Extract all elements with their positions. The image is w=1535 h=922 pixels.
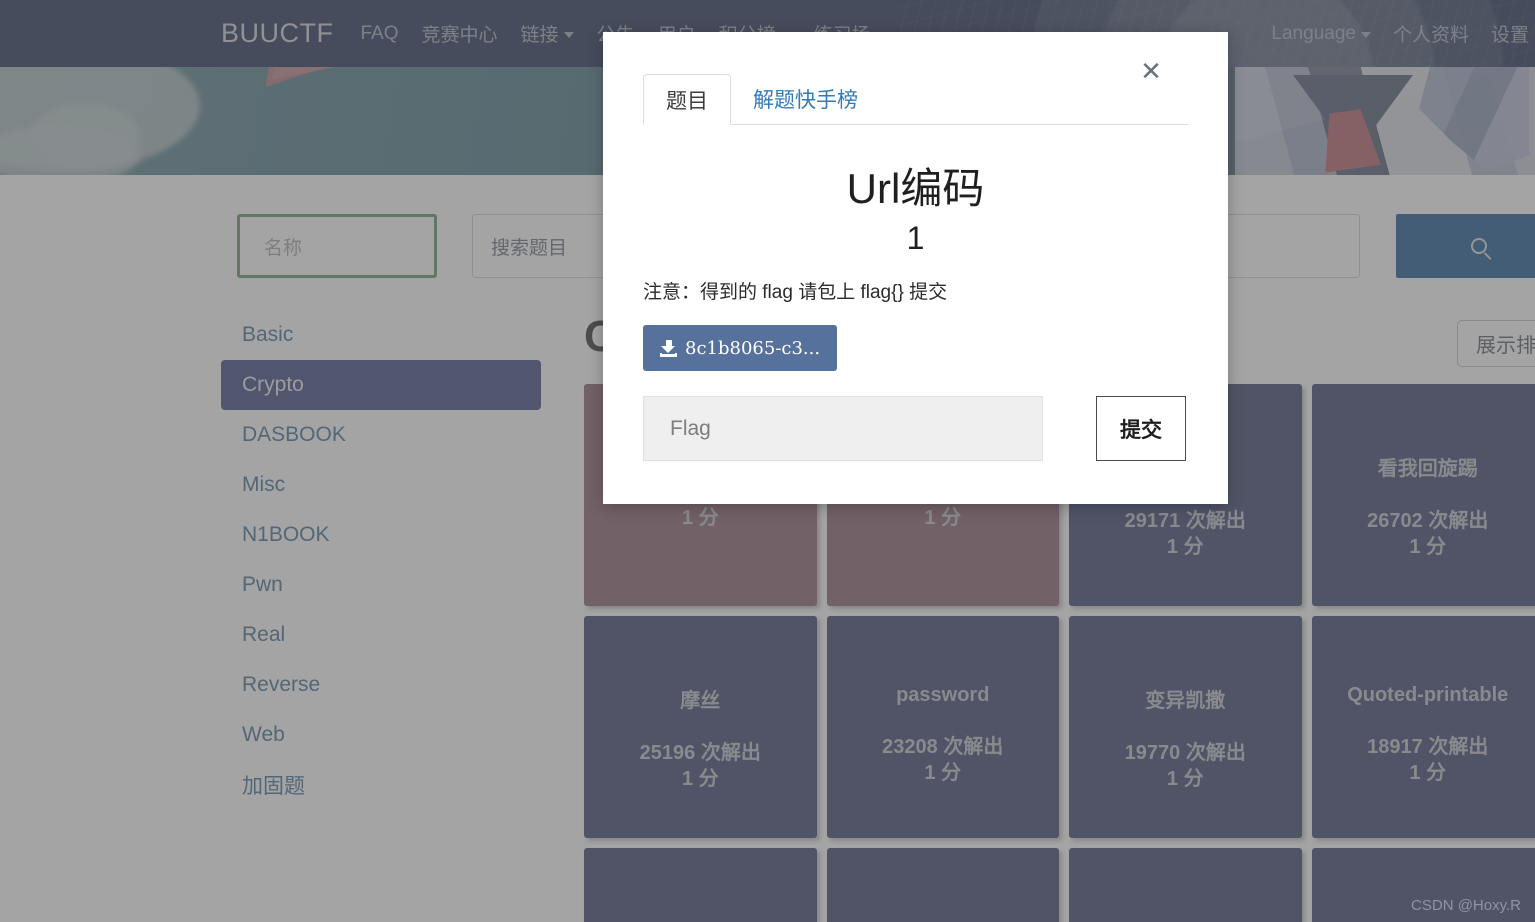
modal-tab-bar: 题目 解题快手榜 ✕	[643, 58, 1188, 125]
challenge-points: 1	[906, 220, 925, 256]
tab-fastest-solvers[interactable]: 解题快手榜	[731, 74, 880, 124]
download-icon	[660, 339, 677, 357]
challenge-title: Url编码	[846, 165, 985, 212]
watermark: CSDN @Hoxy.R	[1411, 897, 1521, 914]
attachment-filename: 8c1b8065-c3...	[685, 337, 821, 359]
challenge-modal: 题目 解题快手榜 ✕ Url编码 1 注意：得到的 flag 请包上 flag{…	[603, 32, 1228, 504]
flag-input[interactable]: Flag	[643, 396, 1043, 461]
tab-problem[interactable]: 题目	[643, 74, 731, 125]
attachment-download-button[interactable]: 8c1b8065-c3...	[643, 325, 838, 371]
tab-label: 解题快手榜	[753, 89, 858, 112]
tab-label: 题目	[666, 89, 708, 113]
flag-submit-row: Flag 提交	[643, 396, 1228, 461]
page-root: BUUCTF FAQ 竞赛中心 链接 公告 用户 积分榜 练习场 Languag…	[0, 0, 1535, 922]
submit-button[interactable]: 提交	[1096, 396, 1186, 461]
close-icon[interactable]: ✕	[1134, 54, 1168, 88]
flag-format-note: 注意：得到的 flag 请包上 flag{} 提交	[643, 282, 948, 303]
